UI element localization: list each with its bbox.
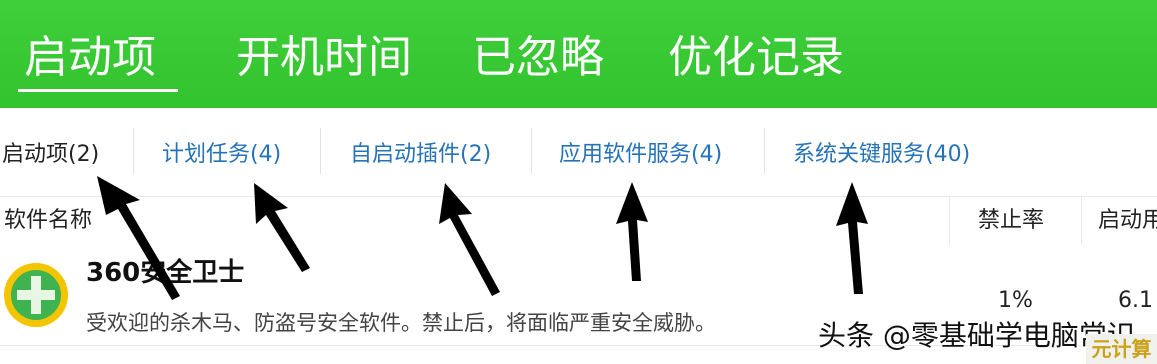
subtab-startup-items[interactable]: 启动项(2) <box>2 140 99 170</box>
tab-boot-time[interactable]: 开机时间 <box>236 30 412 86</box>
watermark-logo: 元计算 <box>1086 334 1157 364</box>
table-header: 软件名称 禁止率 启动用 <box>0 196 1157 246</box>
column-header-disable-rate[interactable]: 禁止率 <box>978 207 1044 235</box>
tab-ignored[interactable]: 已忽略 <box>472 30 604 86</box>
subtab-system-key-services[interactable]: 系统关键服务(40) <box>793 140 970 170</box>
startup-time-value: 6.1 <box>1118 288 1153 313</box>
app-description: 受欢迎的杀木马、防盗号安全软件。禁止后，将面临严重安全威胁。 <box>86 311 716 335</box>
tab-optimization-record[interactable]: 优化记录 <box>668 30 844 86</box>
shield-plus-icon <box>4 263 68 327</box>
column-divider <box>1081 197 1082 245</box>
subtab-divider <box>320 128 321 174</box>
sub-tab-bar: 启动项(2) 计划任务(4) 自启动插件(2) 应用软件服务(4) 系统关键服务… <box>0 108 1157 196</box>
app-name: 360安全卫士 <box>86 258 245 288</box>
column-divider <box>949 197 950 245</box>
disable-rate-value: 1% <box>998 288 1033 313</box>
subtab-divider <box>764 128 765 174</box>
subtab-divider <box>133 128 134 174</box>
column-header-software-name[interactable]: 软件名称 <box>4 207 92 235</box>
subtab-app-services[interactable]: 应用软件服务(4) <box>559 140 722 170</box>
column-header-startup-time[interactable]: 启动用 <box>1098 207 1157 235</box>
tab-startup-items[interactable]: 启动项 <box>18 30 178 92</box>
subtab-autostart-plugins[interactable]: 自启动插件(2) <box>350 140 491 170</box>
top-tab-bar: 启动项 开机时间 已忽略 优化记录 <box>0 0 1157 108</box>
subtab-scheduled-tasks[interactable]: 计划任务(4) <box>162 140 281 170</box>
subtab-divider <box>531 128 532 174</box>
